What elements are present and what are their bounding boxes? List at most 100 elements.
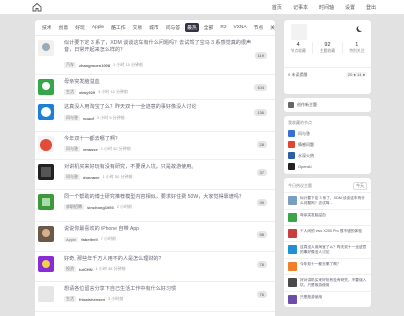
topic-title[interactable]: 似计要下定 3 系了，XDM 谈谈这车有什么问题吗？去试驾了宝马 3 系感觉真的… bbox=[64, 40, 254, 54]
nav-home[interactable]: 首页 bbox=[272, 4, 282, 11]
topic-row[interactable]: 母亲突发脑溢血 生活 xtmy929 3 小时 10 分钟前 104 bbox=[35, 75, 275, 100]
topic-title[interactable]: 母亲突发脑溢血 bbox=[64, 79, 254, 86]
favorite-node-item[interactable]: 情感问题 bbox=[284, 139, 371, 150]
user-avatar[interactable] bbox=[38, 256, 54, 272]
user-avatar[interactable] bbox=[288, 245, 297, 254]
hot-topic-title[interactable]: 这真没人用淘宝了么？昨天双十一全迹意的事好像没人讨论 bbox=[300, 245, 367, 255]
author[interactable]: zhangmuen1008 bbox=[79, 63, 110, 68]
topic-title[interactable]: 同一个帮助的博士研究推荐模型内容相似，要求好住费 50W，大家觉得靠谱吗？ bbox=[64, 194, 254, 201]
user-avatar[interactable] bbox=[288, 196, 297, 205]
author[interactable]: xtmy929 bbox=[79, 90, 95, 95]
favorite-node-item[interactable]: 问与答 bbox=[284, 128, 371, 139]
hot-topic-item[interactable]: 个人间的 vivo X200 Pro 很不错的体验 bbox=[284, 225, 371, 241]
hot-topic-item[interactable]: 这真没人用淘宝了么？昨天双十一全迹意的事好像没人讨论 bbox=[284, 241, 371, 258]
nav-notes[interactable]: 记事本 bbox=[293, 4, 308, 11]
my-avatar[interactable] bbox=[291, 24, 307, 40]
node-tag[interactable]: 汽车 bbox=[64, 62, 76, 68]
topic-row[interactable]: 说说你最喜欢的 iPhone 自带 App Apple fabethell 7 小时… bbox=[35, 222, 275, 252]
reply-count[interactable]: 119 bbox=[254, 52, 267, 59]
author[interactable]: frisatshensen bbox=[79, 297, 105, 302]
author[interactable]: fabethell bbox=[81, 237, 97, 242]
reply-count[interactable]: 39 bbox=[256, 199, 267, 206]
favorite-node-item[interactable]: 水深火热 bbox=[284, 150, 371, 161]
create-topic-button[interactable]: 创作新主题 bbox=[284, 98, 371, 112]
author[interactable]: tuiCHN bbox=[79, 267, 93, 272]
reply-count[interactable]: 78 bbox=[256, 261, 267, 268]
tab-city[interactable]: 城市 bbox=[147, 23, 161, 32]
user-avatar[interactable] bbox=[38, 136, 54, 152]
tab-deals[interactable]: 交易 bbox=[131, 23, 145, 32]
topic-title[interactable]: 说说你最喜欢的 iPhone 自带 App bbox=[64, 226, 254, 233]
hot-topic-item[interactable]: 只是故游使用 bbox=[284, 291, 371, 307]
stat-node-favorites[interactable]: 4 节点收藏 bbox=[284, 42, 314, 54]
topic-row[interactable]: 好奇, 那些年千万人用不的人是怎么理财的? 投资 tuiCHN 1 小时 38 分钟… bbox=[35, 252, 275, 282]
user-avatar[interactable] bbox=[288, 295, 297, 304]
tab-apple[interactable]: Apple bbox=[90, 24, 106, 31]
hot-topic-item[interactable]: 母亲突发脑溢血 bbox=[284, 209, 371, 225]
hot-topic-item[interactable]: 似计要下定 3 系了，XDM 谈谈这车有什么问题吗？去试驾... bbox=[284, 192, 371, 209]
node-tag[interactable]: 投资 bbox=[64, 266, 76, 272]
user-avatar[interactable] bbox=[288, 229, 297, 238]
hot-topic-title[interactable]: 今年双十一都去哪了啊？ bbox=[300, 262, 341, 267]
topic-title[interactable]: 对讲机买来好玩有没有研究，不要误入坑。只是故游使用。 bbox=[64, 164, 254, 171]
reply-count[interactable]: 104 bbox=[254, 84, 267, 91]
author[interactable]: vmasse bbox=[83, 147, 98, 152]
tab-hot[interactable]: 最热 bbox=[185, 23, 199, 32]
tab-vxna[interactable]: VXNA bbox=[232, 24, 249, 31]
tab-all[interactable]: 全部 bbox=[202, 23, 216, 32]
balance-badge[interactable]: 20 ● 14 ● bbox=[345, 72, 367, 77]
topic-row[interactable]: 今年双十一都去哪了啊？ 问与答 vmasse 1 小时 52 分钟前 28 bbox=[35, 132, 275, 160]
hot-topic-title[interactable]: 个人间的 vivo X200 Pro 很不错的体验 bbox=[300, 229, 362, 234]
user-avatar[interactable] bbox=[38, 286, 54, 302]
hot-range-select[interactable]: 今天 bbox=[353, 182, 367, 190]
hot-topic-item[interactable]: 今年双十一都去哪了啊？ bbox=[284, 258, 371, 274]
topic-row[interactable]: 同一个帮助的博士研究推荐模型内容相似，要求好住费 50W，大家觉得靠谱吗？ 求职… bbox=[35, 190, 275, 222]
user-avatar[interactable] bbox=[38, 226, 54, 242]
tab-tech[interactable]: 技术 bbox=[40, 23, 54, 32]
hot-topic-title[interactable]: 只是故游使用 bbox=[300, 295, 322, 300]
hot-topic-title[interactable]: 好对讲机买来好玩有没有研究，不要误入坑。只是故游使用 bbox=[300, 278, 367, 288]
unread-notifications[interactable]: 0 未读提醒 bbox=[288, 72, 307, 78]
tab-qna[interactable]: 问与答 bbox=[164, 23, 182, 32]
user-avatar[interactable] bbox=[288, 262, 297, 271]
tab-r2[interactable]: R2 bbox=[218, 24, 228, 31]
node-tag[interactable]: 生活 bbox=[64, 89, 76, 95]
node-tag[interactable]: 问与答 bbox=[64, 146, 80, 152]
tab-play[interactable]: 好玩 bbox=[73, 23, 87, 32]
nav-timeline[interactable]: 时间轴 bbox=[319, 4, 334, 11]
user-avatar[interactable] bbox=[288, 213, 297, 222]
user-avatar[interactable] bbox=[288, 278, 297, 287]
topic-row[interactable]: 这真没人用淘宝了么？昨天双十一全迹意的事好像没人讨论 问与答 xuuuf 2 小时 … bbox=[35, 100, 275, 132]
user-avatar[interactable] bbox=[38, 164, 54, 180]
author[interactable]: xuuuf bbox=[83, 116, 94, 121]
user-avatar[interactable] bbox=[38, 40, 54, 56]
tab-jobs[interactable]: 酷工作 bbox=[109, 23, 127, 32]
author[interactable]: donnaxe bbox=[83, 175, 99, 180]
nav-logout[interactable]: 登出 bbox=[366, 4, 376, 11]
node-tag[interactable]: 问与答 bbox=[64, 174, 80, 180]
topic-title[interactable]: 今年双十一都去哪了啊？ bbox=[64, 136, 254, 143]
tab-creative[interactable]: 创意 bbox=[57, 23, 71, 32]
reply-count[interactable]: 37 bbox=[256, 169, 267, 176]
hot-topic-item[interactable]: 好对讲机买来好玩有没有研究，不要误入坑。只是故游使用 bbox=[284, 274, 371, 291]
user-avatar[interactable] bbox=[38, 79, 54, 95]
topic-title[interactable]: 这真没人用淘宝了么？昨天双十一全迹意的事好像没人讨论 bbox=[64, 104, 254, 111]
hot-topic-title[interactable]: 似计要下定 3 系了，XDM 谈谈这车有什么问题吗？去试驾... bbox=[300, 196, 367, 206]
reply-count[interactable]: 76 bbox=[256, 291, 267, 298]
reply-count[interactable]: 98 bbox=[256, 231, 267, 238]
tab-following[interactable]: 关注 bbox=[268, 23, 275, 32]
node-tag[interactable]: Apple bbox=[64, 236, 79, 242]
topic-title[interactable]: 想请各位留言分享下自己生活工作中有什么好习惯 bbox=[64, 286, 254, 293]
dark-mode-icon[interactable] bbox=[358, 25, 364, 31]
topic-row[interactable]: 想请各位留言分享下自己生活工作中有什么好习惯 生活 frisatshensen 3 … bbox=[35, 282, 275, 312]
node-tag[interactable]: 问与答 bbox=[64, 115, 80, 121]
stat-topic-favorites[interactable]: 92 主题收藏 bbox=[313, 42, 343, 54]
home-logo-icon[interactable] bbox=[32, 2, 42, 12]
author[interactable]: sinchong1093 bbox=[87, 205, 114, 210]
reply-count[interactable]: 136 bbox=[254, 109, 267, 116]
topic-title[interactable]: 好奇, 那些年千万人用不的人是怎么理财的? bbox=[64, 256, 254, 263]
node-tag[interactable]: 生活 bbox=[64, 296, 76, 302]
topic-row[interactable]: 对讲机买来好玩有没有研究，不要误入坑。只是故游使用。 问与答 donnaxe 1 小… bbox=[35, 160, 275, 190]
topic-row[interactable]: 似计要下定 3 系了，XDM 谈谈这车有什么问题吗？去试驾了宝马 3 系感觉真的… bbox=[35, 36, 275, 75]
stat-following[interactable]: 1 特别关注 bbox=[343, 42, 371, 54]
